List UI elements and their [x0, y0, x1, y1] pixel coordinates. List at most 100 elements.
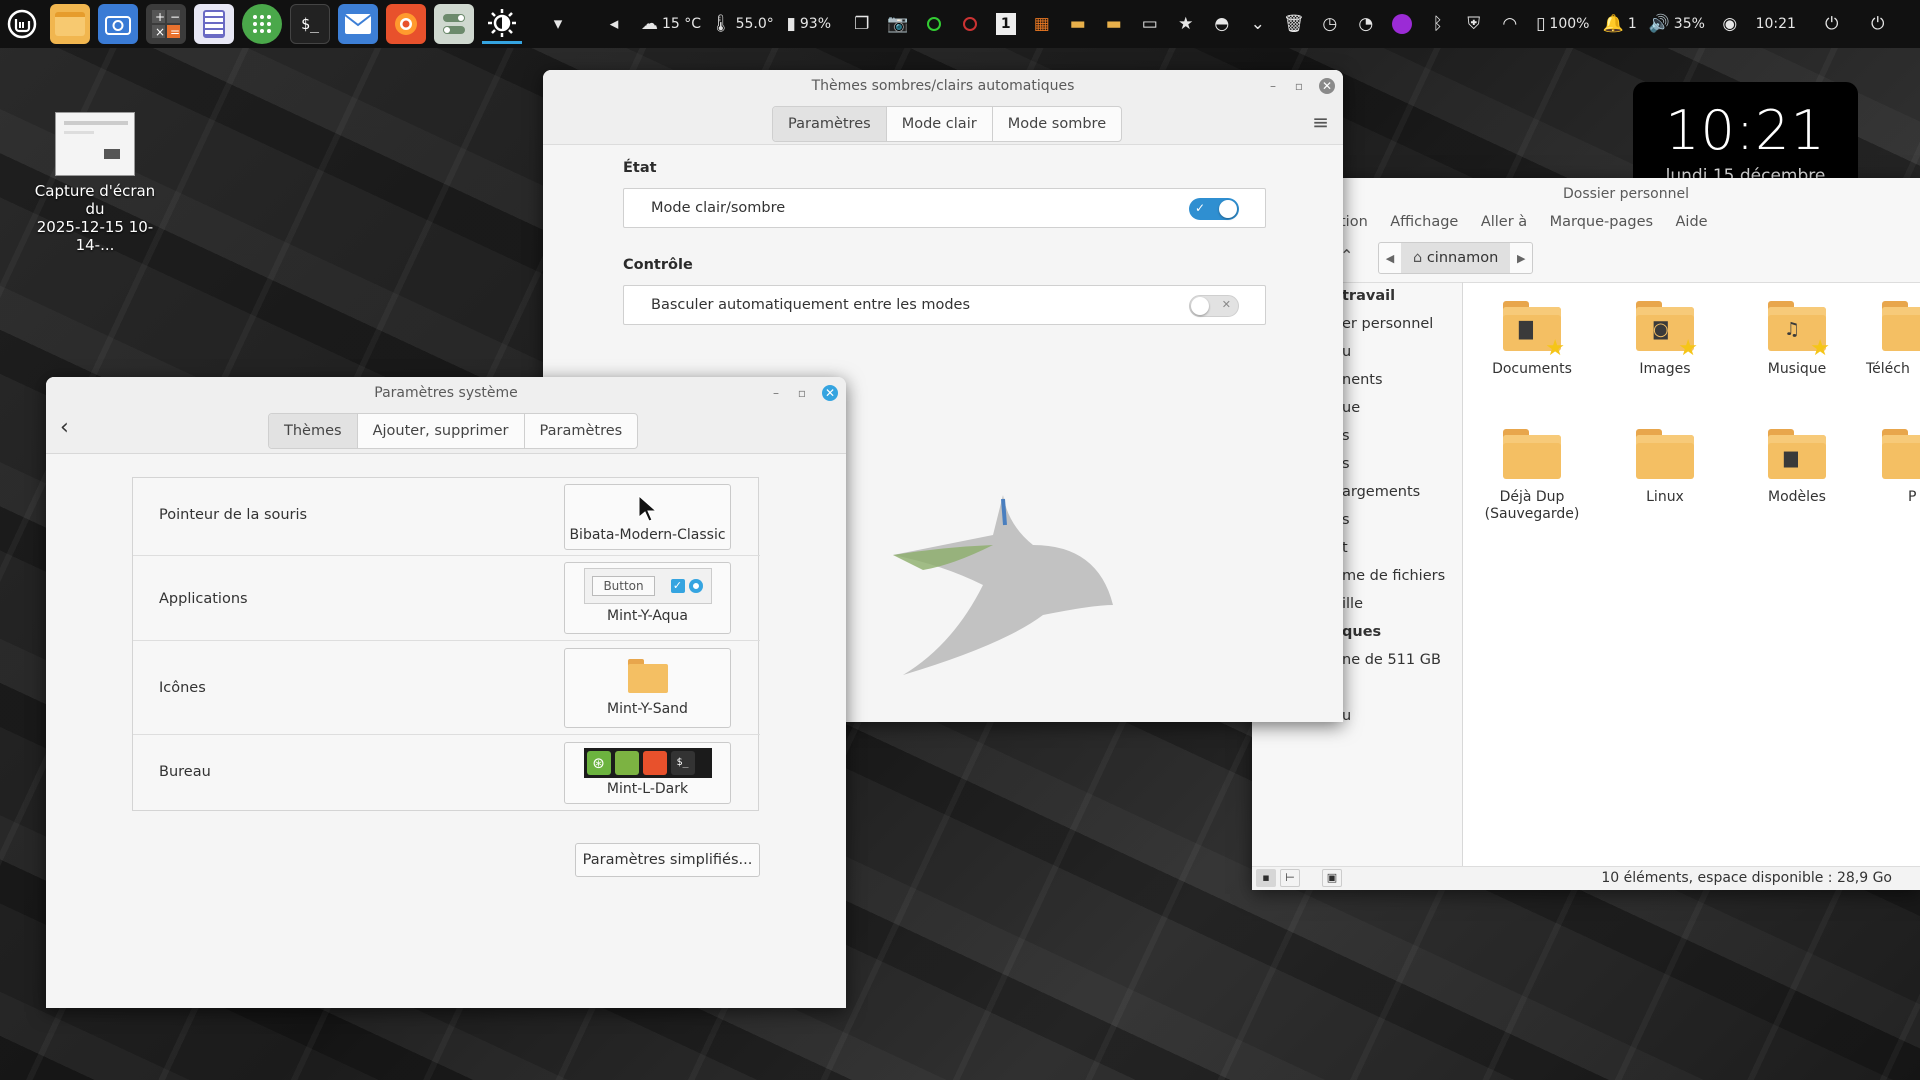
bluetooth-icon[interactable]: ᛒ [1420, 4, 1456, 44]
temperature-applet[interactable]: 🌡 55.0° [710, 4, 774, 44]
menu-edition[interactable]: tion [1340, 214, 1368, 230]
shield-icon[interactable]: ⛨ [1456, 4, 1492, 44]
auto-toggle-switch[interactable]: ✕ [1189, 295, 1239, 317]
path-back-icon[interactable]: ◀ [1379, 252, 1401, 265]
icon-theme-button[interactable]: Mint-Y-Sand [564, 648, 731, 728]
folder-search-icon[interactable]: ▬ [1096, 4, 1132, 44]
battery-applet[interactable]: ▯ 100% [1528, 4, 1598, 44]
panel-dropdown-icon[interactable]: ▾ [540, 4, 576, 44]
hamburger-menu-icon[interactable]: ≡ [1312, 110, 1329, 134]
tab-add-remove[interactable]: Ajouter, supprimer [356, 414, 524, 448]
screenshot-icon[interactable] [98, 4, 138, 44]
mint-menu-icon[interactable] [2, 4, 42, 44]
record-icon[interactable] [916, 4, 952, 44]
trash-icon[interactable]: 🗑 [1276, 4, 1312, 44]
folder-deja-dup[interactable]: Déjà Dup (Sauvegarde) [1477, 429, 1587, 523]
terminal-icon[interactable]: $_ [290, 4, 330, 44]
tab-mode-sombre[interactable]: Mode sombre [991, 107, 1121, 141]
sidebar-item-root[interactable]: t [1342, 534, 1452, 562]
workspace-switcher[interactable]: 1 [988, 4, 1024, 44]
weather-applet[interactable]: ☁ 15 °C [632, 4, 710, 44]
tab-parametres[interactable]: Paramètres [523, 414, 638, 448]
sidebar-item-images[interactable]: s [1342, 422, 1452, 450]
toggle-settings-icon[interactable] [434, 4, 474, 44]
files-icon[interactable] [50, 4, 90, 44]
path-segment-home[interactable]: ⌂ cinnamon [1401, 243, 1511, 273]
maximize-icon[interactable]: ▫ [794, 385, 810, 401]
header-bar: Paramètres système – ▫ ✕ ‹ Thèmes Ajoute… [46, 377, 846, 454]
panel-clock[interactable]: 10:21 [1748, 4, 1804, 44]
power-icon[interactable]: ⏻ [1814, 4, 1850, 44]
places-view-icon[interactable]: ▪ [1256, 869, 1276, 887]
folder-icon[interactable]: ▬ [1060, 4, 1096, 44]
speaker-icon: 🔊 [1648, 14, 1670, 34]
path-forward-icon[interactable]: ▶ [1510, 252, 1532, 265]
mountain-icon[interactable]: ◓ [1204, 4, 1240, 44]
pointer-theme-button[interactable]: Bibata-Modern-Classic [564, 484, 731, 550]
sidebar-item-filesystem[interactable]: me de fichiers [1342, 562, 1452, 590]
night-light-icon[interactable]: ◉ [1712, 4, 1748, 44]
firefox-tray-icon[interactable] [1384, 4, 1420, 44]
windows-icon[interactable]: ❐ [844, 4, 880, 44]
folder-music[interactable]: ♫ ★ Musique [1742, 301, 1852, 378]
app-theme-button[interactable]: Button ✓ Mint-Y-Aqua [564, 562, 731, 634]
document-emblem-icon: ▇ [1519, 319, 1533, 340]
folder-linux[interactable]: Linux [1610, 429, 1720, 506]
camera-icon[interactable]: 📷 [880, 4, 916, 44]
close-icon[interactable]: ✕ [1319, 78, 1335, 94]
menu-marque-pages[interactable]: Marque-pages [1550, 214, 1653, 230]
sidebar-item-home[interactable]: er personnel [1342, 310, 1452, 338]
tab-parametres[interactable]: Paramètres [773, 107, 886, 141]
sidebar-item-network[interactable]: u [1342, 702, 1452, 730]
hide-sidebar-icon[interactable]: ▣ [1322, 869, 1342, 887]
chevron-down-icon[interactable]: ⌄ [1240, 4, 1276, 44]
window-list-icon[interactable]: ▭ [1132, 4, 1168, 44]
mouse-battery-applet[interactable]: ▮ 93% [774, 4, 844, 44]
sidebar-item-downloads[interactable]: argements [1342, 478, 1452, 506]
menu-aide[interactable]: Aide [1676, 214, 1708, 230]
maximize-icon[interactable]: ▫ [1291, 78, 1307, 94]
clock-icon[interactable]: ◷ [1312, 4, 1348, 44]
sidebar-item-volume[interactable]: ne de 511 GB [1342, 646, 1452, 674]
grid-apps-icon[interactable]: ▦ [1024, 4, 1060, 44]
calculator-icon[interactable]: + − × = [146, 4, 186, 44]
desktop-file-screenshot[interactable]: Capture d'écran du 2025-12-15 10-14-... [30, 108, 160, 254]
wifi-icon[interactable]: ◠ [1492, 4, 1528, 44]
close-icon[interactable]: ✕ [822, 385, 838, 401]
notifications-applet[interactable]: 🔔 1 [1598, 4, 1642, 44]
folder-documents[interactable]: ▇ ★ Documents [1477, 301, 1587, 378]
spreadsheet-icon[interactable] [242, 4, 282, 44]
sidebar-item-trash[interactable]: ille [1342, 590, 1452, 618]
mode-toggle-switch[interactable]: ✓ [1189, 198, 1239, 220]
menu-affichage[interactable]: Affichage [1390, 214, 1458, 230]
folder-downloads[interactable]: Téléch [1858, 301, 1920, 378]
sidebar-item-music[interactable]: ue [1342, 394, 1452, 422]
desktop-theme-button[interactable]: ⊛ $_ Mint-L-Dark [564, 742, 731, 804]
firefox-icon[interactable] [386, 4, 426, 44]
sidebar-item-desktop[interactable]: u [1342, 338, 1452, 366]
folder-images[interactable]: ◙ ★ Images [1610, 301, 1720, 378]
folder-public[interactable]: P [1858, 429, 1920, 506]
speedometer-icon[interactable]: ◔ [1348, 4, 1384, 44]
folder-icon [1636, 429, 1694, 479]
tree-view-icon[interactable]: ⊢ [1280, 869, 1300, 887]
brightness-icon[interactable] [482, 4, 522, 44]
menu-aller-a[interactable]: Aller à [1481, 214, 1527, 230]
minimize-icon[interactable]: – [1265, 78, 1281, 94]
panel-scroll-left-icon[interactable]: ◂ [596, 4, 632, 44]
screencast-icon[interactable] [952, 4, 988, 44]
sidebar-item-recent[interactable]: s [1342, 506, 1452, 534]
favorites-star-icon[interactable]: ★ [1168, 4, 1204, 44]
sidebar-item-videos[interactable]: s [1342, 450, 1452, 478]
volume-applet[interactable]: 🔊 35% [1642, 4, 1712, 44]
folder-templates[interactable]: ▆ Modèles [1742, 429, 1852, 506]
mail-icon[interactable] [338, 4, 378, 44]
session-power-icon[interactable]: ⏻ [1860, 4, 1896, 44]
tab-mode-clair[interactable]: Mode clair [885, 107, 992, 141]
back-arrow-icon[interactable]: ‹ [60, 415, 69, 440]
simplified-settings-button[interactable]: Paramètres simplifiés... [575, 843, 760, 877]
sidebar-item-documents[interactable]: nents [1342, 366, 1452, 394]
tab-themes[interactable]: Thèmes [269, 414, 357, 448]
text-editor-icon[interactable] [194, 4, 234, 44]
minimize-icon[interactable]: – [768, 385, 784, 401]
